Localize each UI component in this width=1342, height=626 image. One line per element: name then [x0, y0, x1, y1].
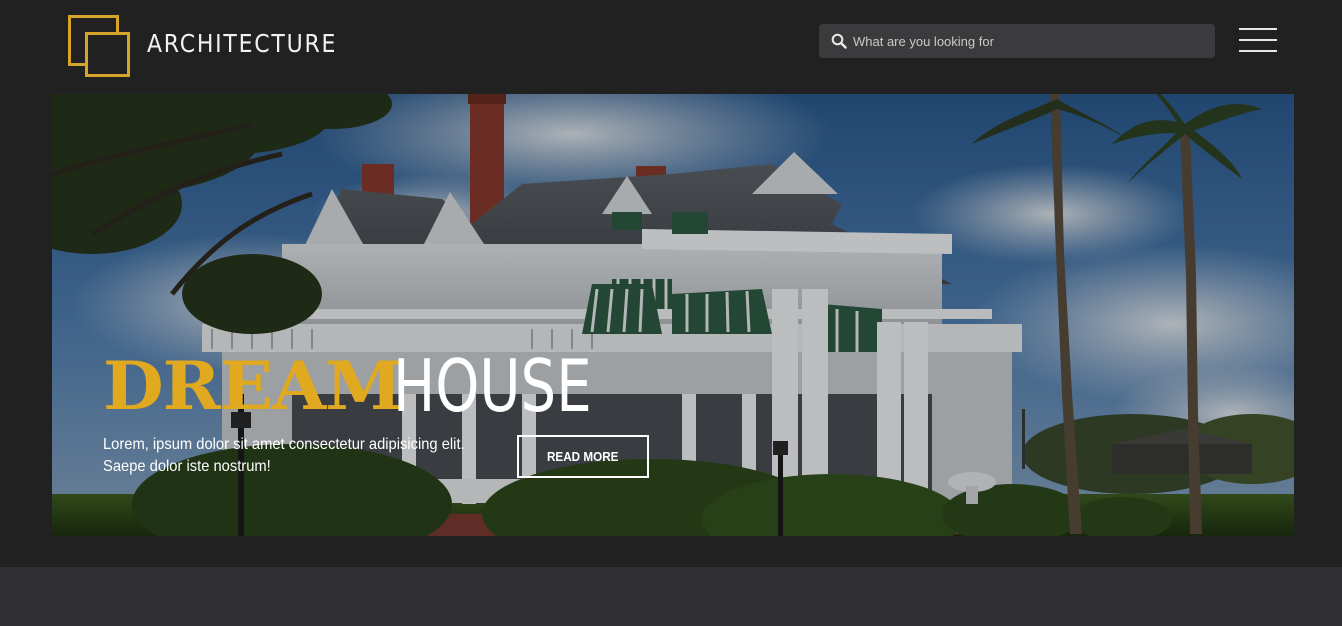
- logo-text: ARCHITECTURE: [147, 29, 338, 58]
- hero-title-main: HOUSE: [392, 344, 592, 428]
- logo[interactable]: ARCHITECTURE: [67, 14, 337, 78]
- read-more-button[interactable]: READ MORE: [517, 435, 649, 478]
- hero-description: Lorem, ipsum dolor sit amet consectetur …: [103, 434, 471, 478]
- hero-description-line-2: Saepe dolor iste nostrum!: [103, 458, 271, 475]
- search-icon: [831, 33, 847, 49]
- search-bar[interactable]: [819, 24, 1215, 58]
- lower-section: [0, 567, 1342, 626]
- read-more-label: READ MORE: [547, 449, 619, 464]
- logo-mark-icon: [67, 14, 131, 78]
- search-input[interactable]: [853, 24, 1203, 58]
- hero-description-line-1: Lorem, ipsum dolor sit amet consectetur …: [103, 436, 465, 453]
- hamburger-icon[interactable]: [1239, 28, 1277, 54]
- hero-banner: DREAMHOUSE Lorem, ipsum dolor sit amet c…: [52, 94, 1294, 536]
- hero-title: DREAMHOUSE: [103, 346, 645, 426]
- hero-title-accent: DREAM: [103, 347, 403, 425]
- page: ARCHITECTURE What are you looking for DR…: [0, 0, 1342, 626]
